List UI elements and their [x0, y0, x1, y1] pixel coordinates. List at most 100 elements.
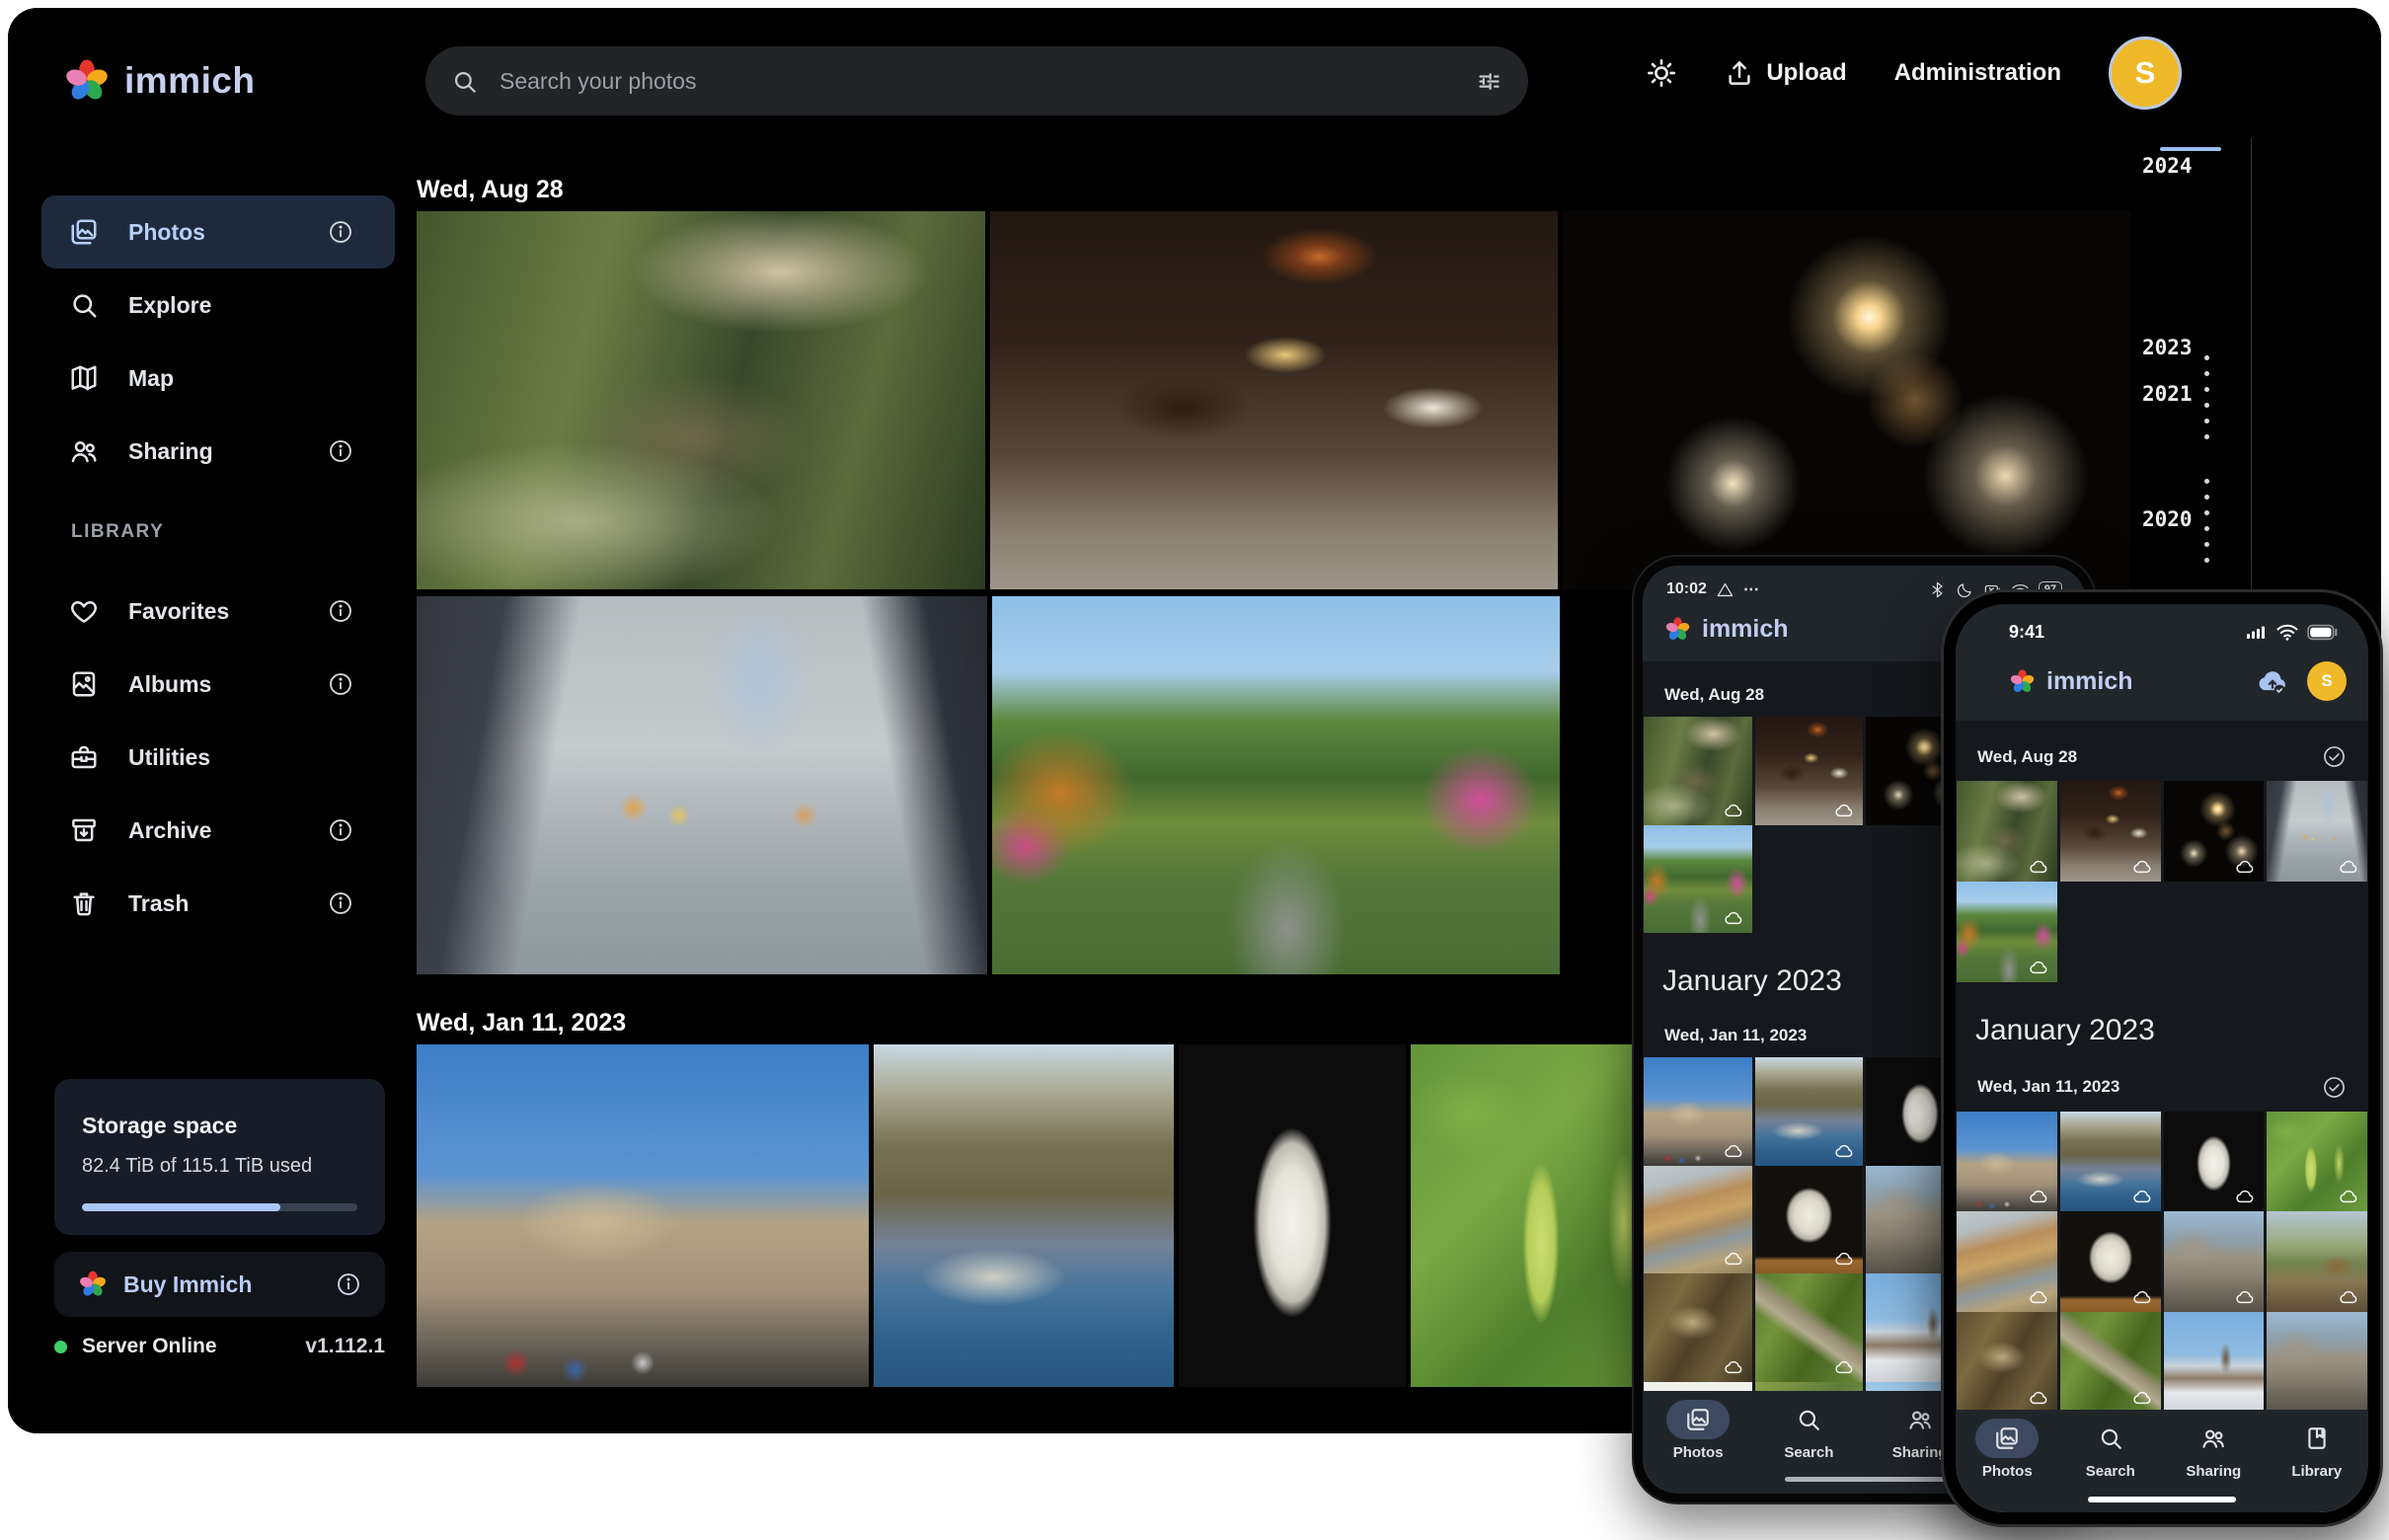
buy-immich-button[interactable]: Buy Immich — [54, 1252, 385, 1317]
backup-cloud-icon[interactable] — [2256, 666, 2289, 696]
photo-thumbnail-church[interactable] — [2164, 1312, 2265, 1413]
sharing-icon — [1907, 1407, 1933, 1432]
scrubber-dot — [2204, 495, 2209, 500]
photo-thumbnail-beach[interactable] — [1644, 1166, 1752, 1274]
cloud-sync-icon — [2337, 857, 2360, 877]
photo-thumbnail-lizard2[interactable] — [2060, 1312, 2161, 1413]
select-all-check-icon[interactable] — [2322, 1075, 2347, 1100]
photo-thumbnail-ruins[interactable] — [2164, 1211, 2265, 1312]
cloud-sync-icon — [2130, 1287, 2154, 1307]
sidebar-item-label: Photos — [128, 219, 205, 246]
immich-logo[interactable]: immich — [63, 57, 256, 105]
info-icon[interactable] — [328, 598, 353, 624]
photo-thumbnail-lizard1[interactable] — [1957, 1312, 2057, 1413]
photo-thumbnail-beach[interactable] — [1957, 1211, 2057, 1312]
scrubber-year-2020[interactable]: 2020 — [2142, 507, 2193, 531]
photo-thumbnail-farm[interactable] — [2267, 1211, 2367, 1312]
photos-icon — [1994, 1425, 2020, 1451]
photo-thumbnail-sculpt[interactable] — [2060, 1211, 2161, 1312]
photo-thumbnail-park[interactable] — [1644, 825, 1752, 934]
sidebar-item-label: Trash — [128, 890, 189, 917]
home-indicator[interactable] — [2088, 1497, 2236, 1502]
info-icon[interactable] — [328, 671, 353, 697]
search-icon — [69, 290, 99, 320]
albums-icon — [69, 669, 99, 699]
photo-thumbnail-park[interactable] — [1957, 882, 2057, 982]
user-avatar[interactable]: S — [2109, 37, 2182, 110]
photo-thumbnail-dinner[interactable] — [2060, 781, 2161, 882]
date-group-header: Wed, Jan 11, 2023 — [1956, 1051, 2368, 1112]
info-icon[interactable] — [336, 1271, 361, 1297]
photo-thumbnail-lizard2[interactable] — [1755, 1273, 1864, 1382]
date-group-header: Wed, Aug 28 — [417, 176, 2134, 204]
scrubber-position-line[interactable] — [2160, 147, 2221, 151]
photo-thumbnail-dinner[interactable] — [1755, 717, 1864, 825]
photo-thumbnail-lizard1[interactable] — [1644, 1273, 1752, 1382]
administration-link[interactable]: Administration — [1894, 59, 2061, 87]
tab-photos[interactable]: Photos — [1956, 1419, 2059, 1512]
photo-thumbnail-coast[interactable] — [874, 1044, 1174, 1387]
cloud-sync-icon — [2027, 958, 2050, 977]
sidebar-item-albums[interactable]: Albums — [41, 648, 395, 721]
photo-thumbnail-castle[interactable] — [417, 1044, 869, 1387]
sidebar-item-label: Explore — [128, 292, 211, 319]
photo-thumbnail-castle[interactable] — [1957, 1112, 2057, 1212]
photo-thumbnail-zoo[interactable] — [1957, 781, 2057, 882]
tab-photos[interactable]: Photos — [1643, 1400, 1753, 1494]
sidebar-item-favorites[interactable]: Favorites — [41, 575, 395, 648]
cloud-sync-icon — [2027, 1187, 2050, 1206]
sidebar-item-trash[interactable]: Trash — [41, 867, 395, 940]
home-indicator[interactable] — [1785, 1477, 1945, 1482]
sidebar-item-sharing[interactable]: Sharing — [41, 415, 395, 488]
tab-library[interactable]: Library — [2266, 1419, 2369, 1512]
sidebar-item-archive[interactable]: Archive — [41, 794, 395, 867]
immich-flower-icon — [63, 57, 111, 105]
photo-thumbnail-zoo[interactable] — [1644, 717, 1752, 825]
photo-thumbnail-berries[interactable] — [2267, 1112, 2367, 1212]
search-input[interactable] — [498, 67, 1456, 96]
photo-thumbnail-bust[interactable] — [1179, 1044, 1406, 1387]
scrubber-year-2021[interactable]: 2021 — [2142, 382, 2193, 406]
info-icon[interactable] — [328, 817, 353, 843]
top-bar-actions: Upload Administration S — [1646, 8, 2182, 138]
photo-thumbnail-castle[interactable] — [1644, 1057, 1752, 1166]
scrubber-dot — [2204, 542, 2209, 547]
theme-toggle-sun-icon[interactable] — [1646, 57, 1677, 89]
photo-thumbnail-park[interactable] — [992, 596, 1560, 974]
photo-thumbnail-sculpt[interactable] — [1755, 1166, 1864, 1274]
scrubber-year-2024[interactable]: 2024 — [2142, 154, 2193, 178]
sharing-icon — [2200, 1425, 2226, 1451]
cloud-sync-icon — [2233, 1287, 2257, 1307]
scrubber-year-2023[interactable]: 2023 — [2142, 336, 2193, 359]
photo-thumbnail-hands[interactable] — [2267, 781, 2367, 882]
photo-thumbnail-hands[interactable] — [417, 596, 987, 974]
upload-button[interactable]: Upload — [1725, 58, 1846, 88]
info-icon[interactable] — [328, 890, 353, 916]
date-label: Wed, Jan 11, 2023 — [1664, 1026, 1807, 1045]
photo-thumbnail-coast[interactable] — [1755, 1057, 1864, 1166]
storage-usage-text: 82.4 TiB of 115.1 TiB used — [82, 1155, 357, 1178]
scrubber-dot — [2204, 387, 2209, 392]
user-avatar[interactable]: S — [2307, 661, 2347, 701]
tab-label: Photos — [1673, 1444, 1724, 1461]
photo-thumbnail-coast[interactable] — [2060, 1112, 2161, 1212]
server-status-label: Server Online — [82, 1335, 217, 1358]
photo-thumbnail-zoo[interactable] — [417, 211, 985, 589]
sidebar-item-map[interactable]: Map — [41, 342, 395, 415]
photo-thumbnail-ruins[interactable] — [2267, 1312, 2367, 1413]
select-all-check-icon[interactable] — [2322, 744, 2347, 769]
photo-thumbnail-dinner[interactable] — [990, 211, 1558, 589]
search-filter-icon[interactable] — [1476, 68, 1503, 95]
photo-thumbnail-bust[interactable] — [2164, 1112, 2265, 1212]
sidebar-item-photos[interactable]: Photos — [41, 195, 395, 269]
photo-row — [417, 211, 2134, 589]
photo-thumbnail-fireworks[interactable] — [2164, 781, 2265, 882]
sidebar-item-label: Utilities — [128, 744, 210, 771]
info-icon[interactable] — [328, 219, 353, 245]
scrubber-dot — [2204, 434, 2209, 439]
search-bar[interactable] — [425, 46, 1528, 116]
photo-thumbnail-fireworks[interactable] — [1563, 211, 2130, 589]
sidebar-item-explore[interactable]: Explore — [41, 269, 395, 342]
sidebar-item-utilities[interactable]: Utilities — [41, 721, 395, 794]
info-icon[interactable] — [328, 438, 353, 464]
